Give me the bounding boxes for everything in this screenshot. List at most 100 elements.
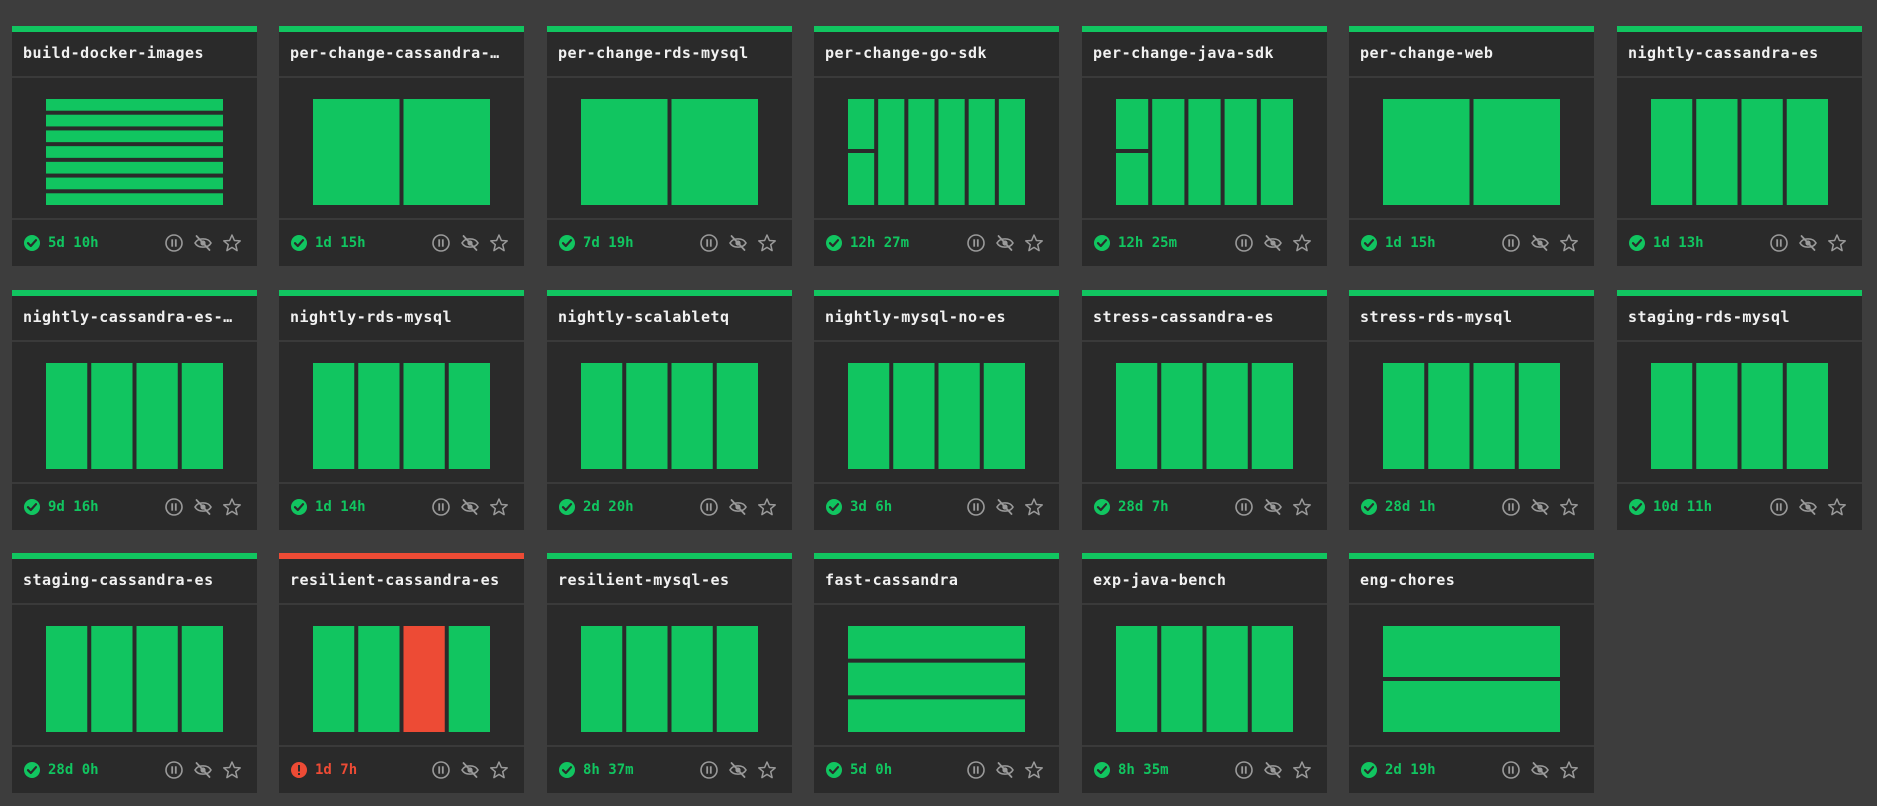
pipeline-thumbnail[interactable]: [814, 605, 1059, 745]
pipeline-name[interactable]: exp-java-bench: [1093, 571, 1318, 589]
job-box[interactable]: [358, 363, 400, 469]
job-box[interactable]: [46, 161, 223, 174]
job-box[interactable]: [1473, 99, 1561, 205]
job-box[interactable]: [626, 626, 668, 732]
pipeline-card[interactable]: nightly-scalabletq 2d 20h: [547, 290, 792, 530]
job-graph[interactable]: [814, 342, 1059, 482]
job-box[interactable]: [1206, 626, 1248, 732]
job-graph[interactable]: [1617, 342, 1862, 482]
job-box[interactable]: [358, 626, 400, 732]
job-box[interactable]: [1383, 681, 1560, 732]
pause-circle-icon[interactable]: [1501, 760, 1521, 780]
job-graph[interactable]: [1082, 78, 1327, 218]
job-box[interactable]: [1116, 363, 1158, 469]
pause-circle-icon[interactable]: [431, 497, 451, 517]
job-box[interactable]: [1224, 99, 1257, 205]
pause-circle-icon[interactable]: [164, 233, 184, 253]
eye-slash-icon[interactable]: [728, 760, 748, 780]
job-box[interactable]: [968, 99, 995, 205]
job-box[interactable]: [46, 626, 88, 732]
pipeline-name[interactable]: per-change-java-sdk: [1093, 44, 1318, 62]
job-box[interactable]: [1651, 363, 1693, 469]
job-box[interactable]: [1428, 363, 1470, 469]
eye-slash-icon[interactable]: [460, 497, 480, 517]
job-graph[interactable]: [547, 342, 792, 482]
job-box[interactable]: [1473, 363, 1515, 469]
job-graph[interactable]: [12, 342, 257, 482]
star-icon[interactable]: [1292, 497, 1312, 517]
job-box[interactable]: [1651, 99, 1693, 205]
job-box[interactable]: [403, 99, 491, 205]
job-box[interactable]: [848, 99, 875, 149]
job-box[interactable]: [1251, 626, 1293, 732]
eye-slash-icon[interactable]: [1530, 233, 1550, 253]
star-icon[interactable]: [1024, 497, 1044, 517]
pause-circle-icon[interactable]: [966, 233, 986, 253]
job-box[interactable]: [716, 626, 758, 732]
job-box[interactable]: [46, 130, 223, 143]
job-box[interactable]: [716, 363, 758, 469]
pipeline-thumbnail[interactable]: [12, 605, 257, 745]
job-box[interactable]: [1518, 363, 1560, 469]
job-box[interactable]: [136, 626, 178, 732]
job-box[interactable]: [46, 99, 223, 111]
pipeline-thumbnail[interactable]: [1082, 78, 1327, 218]
pipeline-name[interactable]: nightly-scalabletq: [558, 308, 783, 326]
pipeline-name[interactable]: resilient-mysql-es: [558, 571, 783, 589]
job-box[interactable]: [1188, 99, 1221, 205]
pause-circle-icon[interactable]: [164, 760, 184, 780]
job-box[interactable]: [848, 626, 1025, 659]
job-box[interactable]: [1786, 99, 1828, 205]
pause-circle-icon[interactable]: [699, 497, 719, 517]
star-icon[interactable]: [222, 233, 242, 253]
pipeline-card[interactable]: build-docker-images 5d 10h: [12, 26, 257, 266]
job-graph[interactable]: [1349, 78, 1594, 218]
job-box[interactable]: [848, 699, 1025, 732]
star-icon[interactable]: [1559, 233, 1579, 253]
job-box[interactable]: [91, 363, 133, 469]
job-graph[interactable]: [12, 78, 257, 218]
star-icon[interactable]: [757, 760, 777, 780]
pipeline-thumbnail[interactable]: [814, 78, 1059, 218]
job-box[interactable]: [938, 99, 965, 205]
job-graph[interactable]: [1349, 605, 1594, 745]
star-icon[interactable]: [1292, 760, 1312, 780]
pipeline-card[interactable]: stress-cassandra-es 28d 7h: [1082, 290, 1327, 530]
job-box[interactable]: [1741, 99, 1783, 205]
eye-slash-icon[interactable]: [460, 233, 480, 253]
pipeline-thumbnail[interactable]: [814, 342, 1059, 482]
pipeline-card[interactable]: exp-java-bench 8h 35m: [1082, 553, 1327, 793]
pipeline-thumbnail[interactable]: [1349, 605, 1594, 745]
eye-slash-icon[interactable]: [1263, 497, 1283, 517]
job-graph[interactable]: [814, 605, 1059, 745]
star-icon[interactable]: [489, 497, 509, 517]
job-box[interactable]: [313, 626, 355, 732]
pipeline-name[interactable]: staging-rds-mysql: [1628, 308, 1853, 326]
pipeline-card[interactable]: per-change-rds-mysql 7d 19h: [547, 26, 792, 266]
star-icon[interactable]: [1827, 497, 1847, 517]
job-graph[interactable]: [1349, 342, 1594, 482]
pipeline-name[interactable]: eng-chores: [1360, 571, 1585, 589]
job-graph[interactable]: [1082, 342, 1327, 482]
eye-slash-icon[interactable]: [1263, 760, 1283, 780]
pipeline-card[interactable]: per-change-go-sdk 12h 27m: [814, 26, 1059, 266]
pipeline-card[interactable]: stress-rds-mysql 28d 1h: [1349, 290, 1594, 530]
job-box[interactable]: [91, 626, 133, 732]
job-box[interactable]: [848, 363, 890, 469]
job-box[interactable]: [46, 146, 223, 158]
pipeline-name[interactable]: per-change-cassandra-…: [290, 44, 515, 62]
job-box[interactable]: [626, 363, 668, 469]
pause-circle-icon[interactable]: [1234, 760, 1254, 780]
pipeline-name[interactable]: staging-cassandra-es: [23, 571, 248, 589]
job-box[interactable]: [46, 363, 88, 469]
pipeline-card[interactable]: resilient-cassandra-es 1d 7h: [279, 553, 524, 793]
pipeline-thumbnail[interactable]: [279, 342, 524, 482]
pipeline-thumbnail[interactable]: [547, 342, 792, 482]
pause-circle-icon[interactable]: [164, 497, 184, 517]
job-box[interactable]: [908, 99, 935, 205]
job-box[interactable]: [1383, 626, 1560, 677]
pipeline-name[interactable]: nightly-cassandra-es: [1628, 44, 1853, 62]
job-box[interactable]: [581, 363, 623, 469]
eye-slash-icon[interactable]: [1530, 497, 1550, 517]
pause-circle-icon[interactable]: [966, 760, 986, 780]
